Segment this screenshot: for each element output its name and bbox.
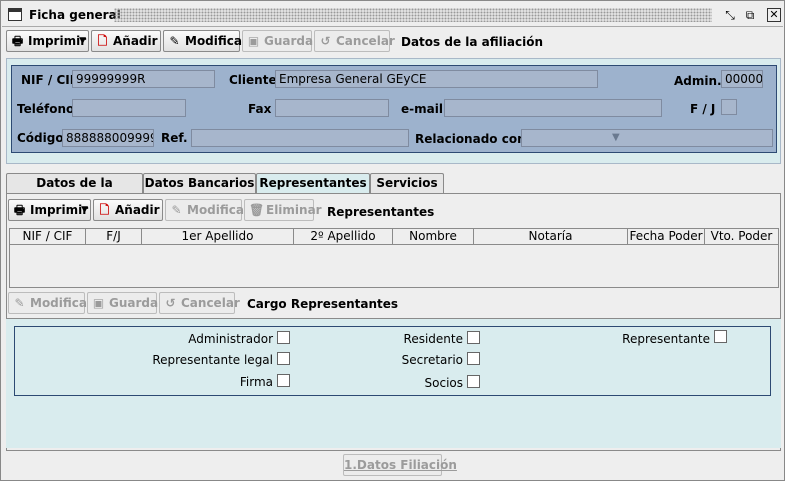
column-header[interactable]: F/J <box>86 229 142 245</box>
title-bar-grip <box>114 8 712 22</box>
rep-imprimir-label: Imprimir <box>30 203 89 217</box>
modificar-button[interactable]: ✎ Modificar <box>163 30 248 52</box>
column-header[interactable]: Notaría <box>474 229 628 245</box>
cancelar-button[interactable]: ↺ Cancelar <box>314 30 395 52</box>
admin-field[interactable]: 00000 <box>721 70 763 88</box>
ref-label: Ref. <box>161 131 188 145</box>
administrador-checkbox[interactable] <box>277 331 290 344</box>
anadir-button[interactable]: 🗋 Añadir <box>91 30 161 52</box>
guardar-label: Guardar <box>264 34 320 48</box>
tab-datos-afiliacion[interactable]: Datos de la afiliación <box>6 173 143 209</box>
administrador-label: Administrador <box>188 332 273 346</box>
cargo-cancelar-button[interactable]: ↺ Cancelar <box>159 292 240 314</box>
cliente-label: Cliente <box>229 73 277 87</box>
representante-legal-checkbox[interactable] <box>277 352 290 365</box>
window-icon <box>8 8 22 21</box>
imprimir-button[interactable]: 🖶 Imprimir ▼ <box>6 30 89 52</box>
rep-imprimir-button[interactable]: 🖶 Imprimir ▼ <box>8 199 91 221</box>
secretario-checkbox[interactable] <box>467 352 480 365</box>
section-title-representantes: Representantes <box>327 205 435 219</box>
section-title-afiliacion: Datos de la afiliación <box>401 35 543 49</box>
column-header[interactable]: Vto. Poder <box>705 229 778 245</box>
ficha-general-window: Ficha general ⤡ ⧉ ✕ 🖶 Imprimir ▼ 🗋 Añadir ✎… <box>0 0 785 481</box>
save-icon: ▣ <box>92 296 105 310</box>
tab-datos-bancarios[interactable]: Datos Bancarios <box>143 173 256 194</box>
save-icon: ▣ <box>247 34 260 48</box>
rep-eliminar-label: Eliminar <box>266 203 322 217</box>
trash-icon: 🗑 <box>249 203 265 217</box>
relacionado-select[interactable]: ▼ <box>521 129 773 147</box>
datos-filiacion-label: 1.Datos Filiación <box>344 458 457 472</box>
codigo-field[interactable]: 888888009999 <box>62 129 154 147</box>
firma-checkbox[interactable] <box>277 374 290 387</box>
fj-checkbox[interactable] <box>721 99 737 115</box>
cargo-modificar-label: Modificar <box>30 296 93 310</box>
anadir-label: Añadir <box>113 34 158 48</box>
ref-field[interactable] <box>191 129 409 147</box>
minimize-icon[interactable]: ⤡ <box>723 8 737 22</box>
printer-icon: 🖶 <box>11 34 24 48</box>
imprimir-label: Imprimir <box>28 34 87 48</box>
socios-checkbox[interactable] <box>467 375 480 388</box>
section-title-cargo: Cargo Representantes <box>247 297 399 311</box>
rep-anadir-button[interactable]: 🗋 Añadir <box>93 199 163 221</box>
guardar-button[interactable]: ▣ Guardar <box>242 30 319 52</box>
column-header[interactable]: 1er Apellido <box>142 229 294 245</box>
telefono-field[interactable] <box>72 99 186 117</box>
cliente-field[interactable]: Empresa General GEyCE <box>275 70 598 88</box>
column-header[interactable]: Nombre <box>393 229 474 245</box>
fax-field[interactable] <box>275 99 389 117</box>
add-document-icon: 🗋 <box>99 203 110 217</box>
edit-icon: ✎ <box>14 296 25 310</box>
datos-filiacion-button[interactable]: 1.Datos Filiación <box>343 454 457 476</box>
residente-label: Residente <box>403 332 463 346</box>
socios-label: Socios <box>424 376 463 390</box>
modificar-label: Modificar <box>185 34 248 48</box>
rep-anadir-label: Añadir <box>115 203 160 217</box>
rep-modificar-button[interactable]: ✎ Modificar <box>165 199 250 221</box>
close-icon[interactable]: ✕ <box>767 8 781 22</box>
cancelar-label: Cancelar <box>336 34 395 48</box>
rep-modificar-label: Modificar <box>187 203 250 217</box>
secretario-label: Secretario <box>401 353 463 367</box>
column-header[interactable]: 2º Apellido <box>294 229 393 245</box>
dropdown-arrow-icon: ▼ <box>79 36 86 46</box>
telefono-label: Teléfono <box>17 102 75 116</box>
nif-label: NIF / CIF <box>21 73 78 87</box>
tab-servicios[interactable]: Servicios <box>370 173 444 194</box>
fj-label: F / J <box>690 102 716 116</box>
rep-eliminar-button[interactable]: 🗑 Eliminar <box>244 199 322 221</box>
add-document-icon: 🗋 <box>97 34 108 48</box>
title-bar[interactable]: Ficha general ⤡ ⧉ ✕ <box>2 2 783 27</box>
representantes-table[interactable]: NIF / CIF F/J 1er Apellido 2º Apellido N… <box>9 228 779 288</box>
email-field[interactable] <box>444 99 662 117</box>
chevron-down-icon: ▼ <box>612 132 620 143</box>
codigo-label: Código <box>17 131 64 145</box>
nif-field[interactable]: 99999999R <box>72 70 215 88</box>
window-title: Ficha general <box>29 8 121 22</box>
cargo-modificar-button[interactable]: ✎ Modificar <box>8 292 93 314</box>
representante-checkbox[interactable] <box>714 330 727 343</box>
relacionado-label: Relacionado con <box>415 132 526 146</box>
column-header[interactable]: NIF / CIF <box>10 229 86 245</box>
undo-icon: ↺ <box>320 34 331 48</box>
edit-icon: ✎ <box>169 34 180 48</box>
representante-legal-label: Representante legal <box>152 353 273 367</box>
firma-label: Firma <box>239 375 273 389</box>
cargo-guardar-button[interactable]: ▣ Guardar <box>87 292 164 314</box>
edit-icon: ✎ <box>171 203 182 217</box>
email-label: e-mail <box>401 102 443 116</box>
tab-representantes[interactable]: Representantes <box>256 173 370 195</box>
dropdown-arrow-icon: ▼ <box>81 205 88 215</box>
admin-label: Admin. <box>674 74 722 88</box>
maximize-icon[interactable]: ⧉ <box>743 8 757 22</box>
representante-label: Representante <box>622 332 710 346</box>
printer-icon: 🖶 <box>13 203 26 217</box>
cargo-cancelar-label: Cancelar <box>181 296 240 310</box>
cargo-guardar-label: Guardar <box>109 296 165 310</box>
undo-icon: ↺ <box>165 296 176 310</box>
residente-checkbox[interactable] <box>467 331 480 344</box>
fax-label: Fax <box>248 102 272 116</box>
column-header[interactable]: Fecha Poder <box>628 229 705 245</box>
